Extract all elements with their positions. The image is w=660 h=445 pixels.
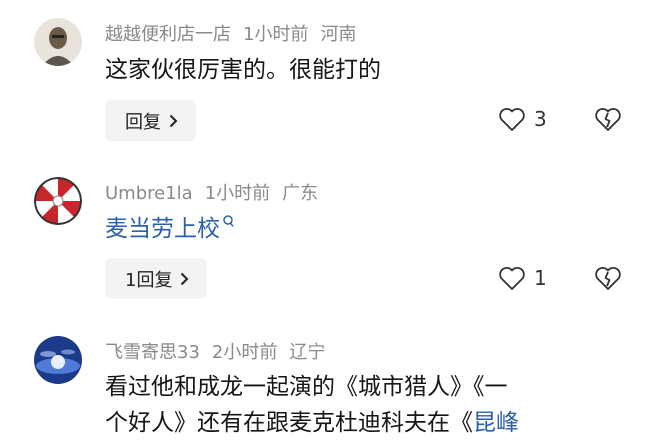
like-button[interactable]: 1 bbox=[498, 265, 550, 291]
broken-heart-icon bbox=[594, 265, 622, 291]
comment-actions: 3 bbox=[498, 106, 622, 132]
location: 辽宁 bbox=[289, 342, 326, 363]
chevron-right-icon bbox=[180, 272, 189, 286]
comment-text-line-2: 个好人》还有在跟麦克杜迪科夫在《昆峰 bbox=[105, 405, 519, 441]
avatar[interactable] bbox=[34, 177, 82, 225]
comment-text-part: 个好人》还有在跟麦克杜迪科夫在《 bbox=[105, 410, 473, 436]
like-count: 3 bbox=[534, 107, 547, 131]
reply-label: 1回复 bbox=[125, 269, 173, 291]
like-count: 1 bbox=[534, 266, 547, 290]
heart-outline-icon bbox=[498, 265, 526, 291]
avatar[interactable] bbox=[34, 336, 82, 384]
username[interactable]: Umbre1la bbox=[105, 183, 193, 204]
search-keyword-link[interactable]: 麦当劳上校 bbox=[105, 216, 220, 242]
comment-meta: 飞雪寄思33 2小时前 辽宁 bbox=[105, 338, 337, 364]
username[interactable]: 飞雪寄思33 bbox=[105, 342, 200, 363]
comment-text: 麦当劳上校 bbox=[105, 211, 234, 247]
like-button[interactable]: 3 bbox=[498, 106, 550, 132]
heart-outline-icon bbox=[498, 106, 526, 132]
username[interactable]: 越越便利店一店 bbox=[105, 24, 231, 45]
location: 河南 bbox=[320, 24, 357, 45]
broken-heart-icon bbox=[594, 106, 622, 132]
reply-label: 回复 bbox=[125, 111, 161, 133]
chevron-right-icon bbox=[169, 114, 178, 128]
reply-button[interactable]: 回复 bbox=[105, 100, 196, 141]
timestamp: 2小时前 bbox=[211, 342, 278, 363]
search-keyword-link[interactable]: 昆峰 bbox=[473, 410, 519, 436]
timestamp: 1小时前 bbox=[243, 24, 309, 45]
comment-text-line-1: 看过他和成龙一起演的《城市猎人》《一 bbox=[105, 374, 508, 400]
timestamp: 1小时前 bbox=[204, 183, 271, 204]
comment-actions: 1 bbox=[498, 265, 622, 291]
dislike-button[interactable] bbox=[594, 106, 622, 132]
location: 广东 bbox=[282, 183, 319, 204]
comment-meta: 越越便利店一店 1小时前 河南 bbox=[105, 20, 368, 46]
comment-text: 这家伙很厉害的。很能打的 bbox=[105, 57, 381, 83]
dislike-button[interactable] bbox=[594, 265, 622, 291]
comment-meta: Umbre1la 1小时前 广东 bbox=[105, 179, 330, 205]
avatar[interactable] bbox=[34, 18, 82, 66]
reply-button[interactable]: 1回复 bbox=[105, 258, 208, 299]
search-icon bbox=[222, 215, 234, 229]
